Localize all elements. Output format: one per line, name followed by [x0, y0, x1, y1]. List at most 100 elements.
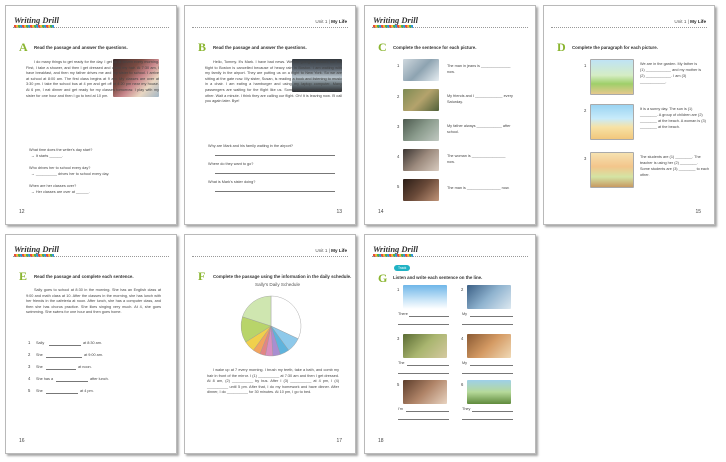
- passage-text: Sally goes to school at 8:30 in the morn…: [26, 288, 161, 315]
- item-sentence: My father always ____________ after: [447, 124, 511, 128]
- exercise-letter: A: [19, 40, 28, 54]
- item-start-word: My: [462, 361, 468, 365]
- item-line: teacher is using her (2) ________.: [640, 161, 698, 165]
- answer-line[interactable]: [462, 324, 513, 325]
- item-number: 3: [28, 364, 31, 369]
- item-number: 5: [28, 388, 31, 393]
- exercise-instruction: Listen and write each sentence on the li…: [393, 275, 483, 280]
- answer-line-3[interactable]: [215, 191, 335, 192]
- exercise-letter: G: [378, 271, 388, 285]
- answer-line[interactable]: [462, 373, 513, 374]
- item-start: She: [36, 353, 43, 357]
- answer-line[interactable]: [398, 373, 449, 374]
- answer-line[interactable]: [407, 365, 449, 366]
- item-blank[interactable]: [56, 381, 88, 382]
- answer-line[interactable]: [462, 419, 513, 420]
- item-blank[interactable]: [46, 393, 78, 394]
- item-start-word: The: [398, 361, 405, 365]
- page-12[interactable]: Writing Drill A Read the passage and ans…: [5, 5, 177, 225]
- question-3: What is Mark's sister doing?: [208, 180, 256, 184]
- item-photo: [403, 59, 439, 81]
- item-line: Some students are (3) ________ to each: [640, 167, 710, 171]
- page-18[interactable]: Writing Drill Track G Listen and write e…: [364, 234, 536, 454]
- garden-illustration: [590, 59, 634, 95]
- item-line: ________ at the beach. A woman is (3): [640, 119, 706, 123]
- item-sentence: The woman is ________________: [447, 154, 506, 158]
- answer-1: → It starts ______.: [31, 154, 64, 158]
- schedule-pie-chart: [240, 295, 302, 357]
- item-number: 3: [397, 336, 400, 341]
- header-rule: [372, 27, 528, 28]
- exercise-letter: F: [198, 269, 206, 283]
- item-start: She: [36, 389, 43, 393]
- item-number: 2: [397, 94, 400, 99]
- unit-label: Unit 1 | My Life: [315, 19, 347, 24]
- page-14[interactable]: Writing Drill C Complete the sentence fo…: [364, 5, 536, 225]
- book-title: Writing Drill: [373, 244, 418, 254]
- answer-line-1[interactable]: [215, 155, 335, 156]
- item-photo: [467, 380, 511, 404]
- item-start: She: [36, 365, 43, 369]
- item-sentence: The man in jeans is ______________: [447, 64, 511, 68]
- book-title: Writing Drill: [373, 15, 418, 25]
- book-title: Writing Drill: [14, 244, 59, 254]
- item-number: 3: [584, 156, 587, 161]
- item-line: ________. A group of children are (2): [640, 113, 703, 117]
- item-sentence-end: school.: [447, 130, 460, 134]
- header-rule: [372, 256, 528, 257]
- item-sentence-end: now.: [447, 160, 455, 164]
- track-badge[interactable]: Track: [394, 265, 411, 271]
- item-number: 1: [584, 63, 587, 68]
- answer-line[interactable]: [470, 316, 513, 317]
- item-number: 3: [397, 124, 400, 129]
- item-line: ____________.: [640, 80, 667, 84]
- answer-line[interactable]: [398, 324, 449, 325]
- answer-line[interactable]: [409, 316, 449, 317]
- answer-line-2[interactable]: [215, 173, 335, 174]
- book-title: Writing Drill: [14, 15, 59, 25]
- page-15[interactable]: Unit 1 | My Life D Complete the paragrap…: [543, 5, 715, 225]
- question-2: Where do they want to go?: [208, 162, 254, 166]
- answer-line[interactable]: [470, 365, 513, 366]
- item-photo: [403, 380, 447, 404]
- page-16[interactable]: Writing Drill E Read the passage and com…: [5, 234, 177, 454]
- answer-3: → Her classes are over at ______.: [31, 190, 90, 194]
- item-blank[interactable]: [46, 369, 76, 370]
- item-line: (2) ____________. I am (3): [640, 74, 687, 78]
- item-photo: [403, 285, 447, 309]
- item-line: We are in the garden. My father is: [640, 62, 698, 66]
- question-1: What time does the writer's day start?: [29, 148, 93, 152]
- exercise-instruction: Complete the sentence for each picture.: [393, 45, 477, 50]
- item-number: 5: [397, 184, 400, 189]
- page-number: 17: [336, 438, 342, 444]
- item-start-word: There: [398, 312, 408, 316]
- item-line: The students are (1) ________. The: [640, 155, 701, 159]
- item-sentence-end: now.: [447, 70, 455, 74]
- question-2: Who drives her to school every day?: [29, 166, 91, 170]
- item-sentence: My friends and I _____________ every: [447, 94, 513, 98]
- answer-line[interactable]: [398, 419, 449, 420]
- item-blank[interactable]: [49, 345, 81, 346]
- item-number: 1: [28, 340, 31, 345]
- answer-line[interactable]: [406, 411, 449, 412]
- page-17[interactable]: Unit 1 | My Life F Complete the passage …: [184, 234, 356, 454]
- item-line: ________ at the beach.: [640, 125, 680, 129]
- answer-line[interactable]: [472, 411, 513, 412]
- page-13[interactable]: Unit 1 | My Life B Read the passage and …: [184, 5, 356, 225]
- chart-title: Sally's Daily Schedule: [255, 282, 301, 287]
- page-number: 12: [19, 209, 25, 215]
- item-number: 1: [397, 63, 400, 68]
- item-number: 2: [584, 108, 587, 113]
- item-start-word: They: [462, 407, 471, 411]
- exercise-instruction: Complete the passage using the informati…: [213, 274, 352, 279]
- exercise-instruction: Read the passage and answer the question…: [213, 45, 307, 50]
- item-end: after lunch.: [90, 377, 109, 381]
- item-start: She has a: [36, 377, 54, 381]
- answer-2: → __________ drives her to school every …: [31, 172, 110, 176]
- item-photo: [403, 89, 439, 111]
- item-end: at noon.: [78, 365, 92, 369]
- exercise-letter: B: [198, 40, 207, 54]
- item-blank[interactable]: [46, 357, 82, 358]
- item-number: 5: [397, 382, 400, 387]
- exercise-letter: C: [378, 40, 387, 54]
